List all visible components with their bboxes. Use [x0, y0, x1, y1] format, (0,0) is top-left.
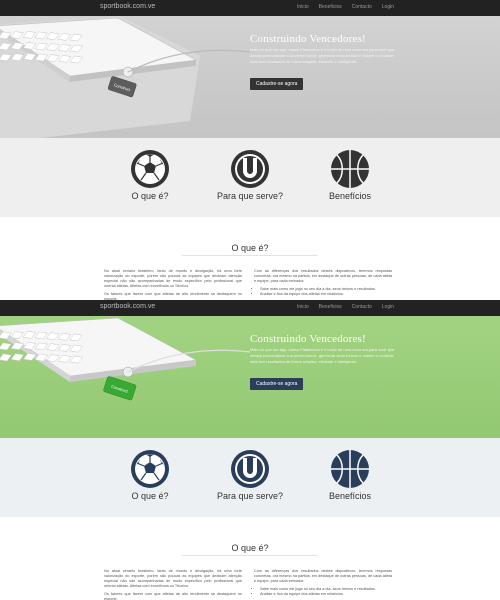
- basketball-icon: [331, 150, 369, 188]
- keyboard-image: Construct: [0, 16, 250, 138]
- section-title: O que é?: [231, 243, 269, 253]
- hero-text: Mais do que um app, nossa Plataforma é o…: [250, 47, 395, 64]
- about-paragraph: No atual cenário brasileiro, tanto de mu…: [104, 269, 242, 288]
- about-list: Sabe mais como ele joga no seu dia a dia…: [254, 287, 392, 297]
- feature-benefits[interactable]: Benefícios: [300, 149, 400, 201]
- nav-menu: Inicio Beneficios Contacto Login: [297, 4, 394, 10]
- feature-label-what: O que é?: [131, 491, 169, 501]
- nav-item-login[interactable]: Login: [382, 4, 394, 10]
- basketball-icon: [331, 450, 369, 488]
- feature-purpose[interactable]: Para que serve?: [200, 449, 300, 501]
- nav-item-contacto[interactable]: Contacto: [352, 304, 372, 310]
- about-paragraph: Com as diferenças dos resultados destes …: [254, 269, 392, 283]
- hero-title: Construindo Vencedores!: [250, 333, 366, 345]
- feature-label-benefits: Benefícios: [328, 491, 372, 501]
- section-title: O que é?: [231, 543, 269, 553]
- page-variant-a: sportbook.com.ve Inicio Beneficios Conta…: [0, 0, 500, 300]
- nav-item-inicio[interactable]: Inicio: [297, 4, 309, 10]
- section-divider: [182, 555, 318, 556]
- nav-item-login[interactable]: Login: [382, 304, 394, 310]
- soccer-ball-icon: [131, 150, 169, 188]
- about-section: O que é? No atual cenário brasileiro, ta…: [0, 517, 500, 600]
- nav-item-beneficios[interactable]: Beneficios: [319, 4, 342, 10]
- page-variant-b: sportbook.com.ve Inicio Beneficios Conta…: [0, 300, 500, 600]
- about-section: O que é? No atual cenário brasileiro, ta…: [0, 217, 500, 300]
- feature-label-what: O que é?: [131, 191, 169, 201]
- about-column-left: No atual cenário brasileiro, tanto de mu…: [104, 269, 242, 300]
- signup-button[interactable]: Cadastre-se agora: [250, 378, 304, 390]
- about-column-right: Com as diferenças dos resultados destes …: [254, 269, 392, 297]
- about-paragraph: Os fatores que fazem com que atletas de …: [104, 292, 242, 300]
- about-paragraph: Com as diferenças dos resultados destes …: [254, 569, 392, 583]
- list-item: Análise e fica da equipe dos atletas em …: [260, 292, 392, 297]
- nav-item-inicio[interactable]: Inicio: [297, 304, 309, 310]
- about-column-right: Com as diferenças dos resultados destes …: [254, 569, 392, 597]
- nav-item-contacto[interactable]: Contacto: [352, 4, 372, 10]
- horseshoe-icon: [231, 450, 269, 488]
- feature-label-purpose: Para que serve?: [216, 491, 284, 501]
- feature-purpose[interactable]: Para que serve?: [200, 149, 300, 201]
- feature-benefits[interactable]: Benefícios: [300, 449, 400, 501]
- brand-logo[interactable]: sportbook.com.ve: [100, 303, 155, 310]
- top-nav: sportbook.com.ve Inicio Beneficios Conta…: [0, 0, 500, 16]
- nav-item-beneficios[interactable]: Beneficios: [319, 304, 342, 310]
- about-column-left: No atual cenário brasileiro, tanto de mu…: [104, 569, 242, 600]
- features-strip: O que é? Para que serve? Benefícios: [0, 138, 500, 217]
- hero-text: Mais do que um app, nossa Plataforma é o…: [250, 347, 395, 364]
- horseshoe-icon: [231, 150, 269, 188]
- soccer-ball-icon: [131, 450, 169, 488]
- keyboard-image: Construct: [0, 317, 250, 401]
- feature-what[interactable]: O que é?: [100, 149, 200, 201]
- list-item: Análise e fica da equipe dos atletas em …: [260, 592, 392, 597]
- about-paragraph: Os fatores que fazem com que atletas de …: [104, 592, 242, 600]
- section-divider: [182, 255, 318, 256]
- about-paragraph: No atual cenário brasileiro, tanto de mu…: [104, 569, 242, 588]
- feature-what[interactable]: O que é?: [100, 449, 200, 501]
- about-list: Sabe mais como ele joga no seu dia a dia…: [254, 587, 392, 597]
- nav-menu: Inicio Beneficios Contacto Login: [297, 304, 394, 310]
- signup-button[interactable]: Cadastre-se agora: [250, 78, 304, 90]
- hero-banner: Construct Construindo Vencedores! Mais d…: [0, 16, 500, 138]
- top-nav: sportbook.com.ve Inicio Beneficios Conta…: [0, 300, 500, 316]
- features-strip: O que é? Para que serve? Benefícios: [0, 438, 500, 517]
- hero-title: Construindo Vencedores!: [250, 33, 366, 45]
- hero-banner: Construct Construindo Vencedores! Mais d…: [0, 316, 500, 438]
- feature-label-purpose: Para que serve?: [216, 191, 284, 201]
- feature-label-benefits: Benefícios: [328, 191, 372, 201]
- brand-logo[interactable]: sportbook.com.ve: [100, 3, 155, 10]
